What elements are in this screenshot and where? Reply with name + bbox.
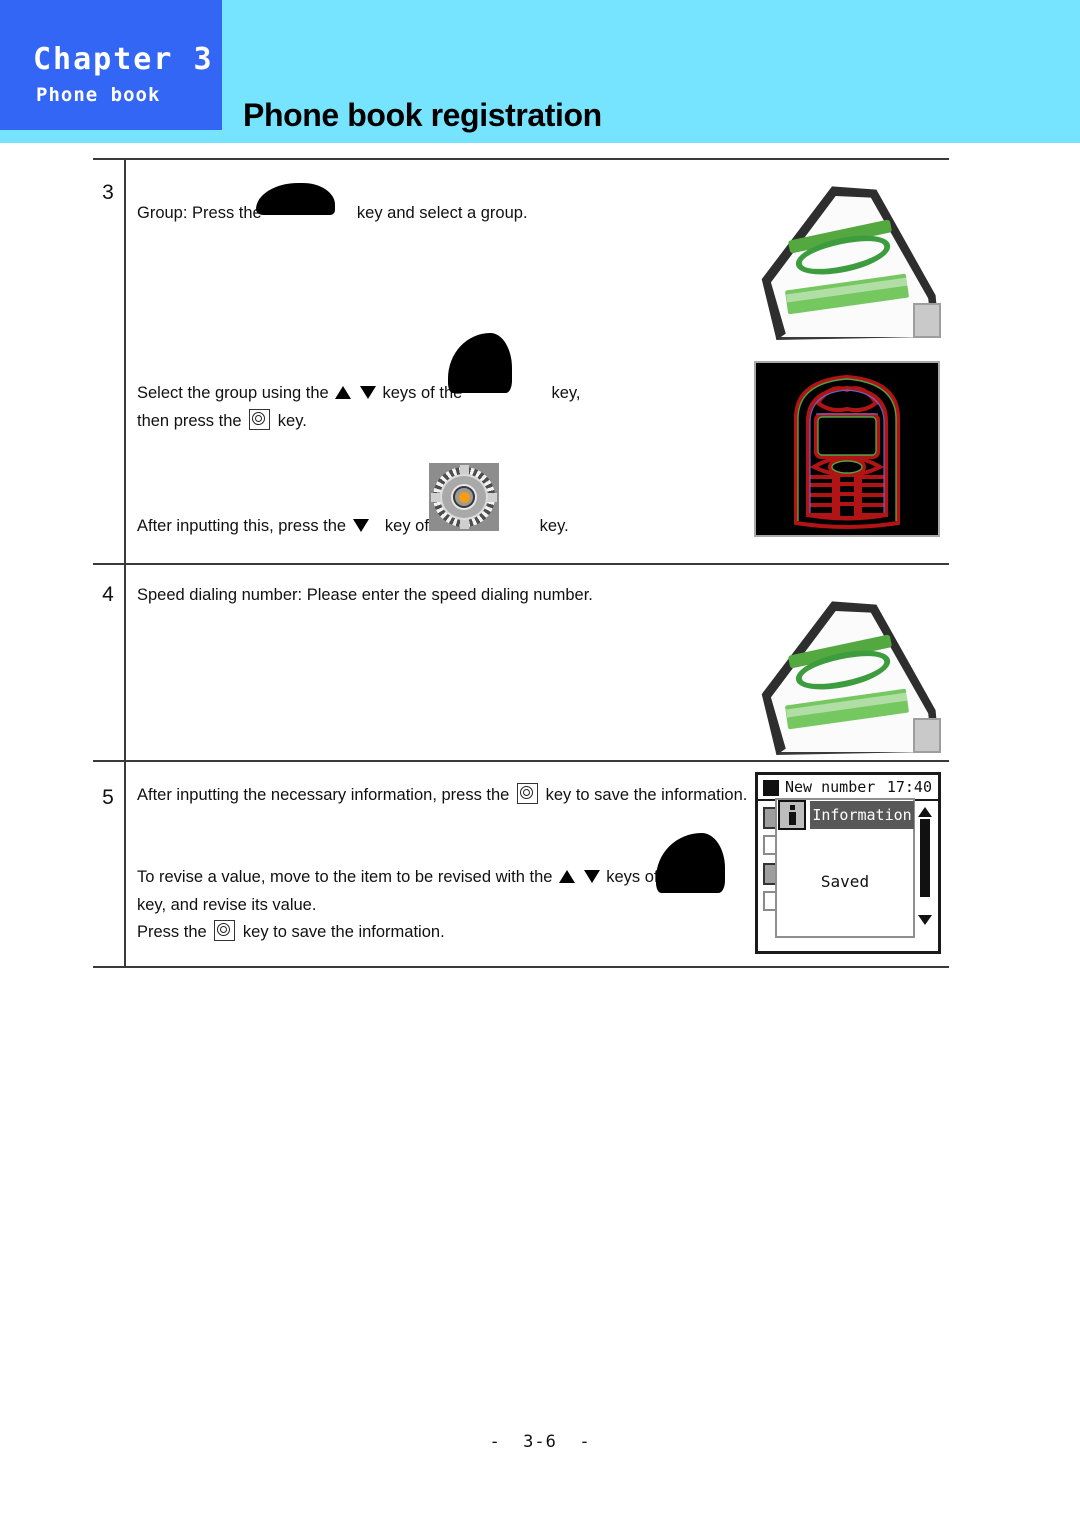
lcd-title-text: New number: [785, 778, 876, 796]
information-dialog-message: Saved: [820, 872, 870, 891]
step-5-paragraph-4: Press the key to save the information.: [137, 918, 445, 946]
step-5-paragraph-2: To revise a value, move to the item to b…: [137, 863, 686, 891]
step-3-text-after: key and select a group.: [356, 204, 528, 222]
step-3-text-before: Group: Press the: [137, 204, 262, 222]
redacted-key-photo-2: [448, 333, 512, 393]
step-5-paragraph-3: key, and revise its value.: [137, 896, 317, 914]
table-row-divider-3-4: [93, 563, 949, 565]
triangle-down-key-icon: [359, 386, 376, 399]
information-dialog-body: Saved: [777, 832, 913, 936]
redacted-key-photo-3: [656, 833, 725, 893]
step-5-p1-text-before: After inputting the necessary informatio…: [137, 786, 510, 804]
chapter-label: Chapter 3: [33, 42, 214, 77]
send-key-photo: [758, 595, 943, 755]
page-header: Chapter 3 Phone book Phone book registra…: [0, 0, 1080, 143]
triangle-down-key-icon-2: [352, 519, 369, 532]
scrollbar-thumb[interactable]: [920, 819, 930, 897]
table-column-divider: [124, 158, 126, 968]
page-number: - 3-6 -: [489, 1432, 591, 1452]
send-key-corner-highlight: [913, 303, 942, 339]
navigation-dpad-key-icon: [429, 463, 499, 531]
scroll-up-arrow-icon[interactable]: [918, 807, 932, 817]
step-5-p4-text-after: key to save the information.: [242, 923, 445, 941]
dpad-center-button: [453, 486, 475, 508]
step-3-p4-text-before: After inputting this, press the: [137, 517, 347, 535]
step-5-paragraph-1: After inputting the necessary informatio…: [137, 781, 747, 809]
step-5-p1-text-after: key to save the information.: [545, 786, 748, 804]
table-bottom-border: [93, 966, 949, 968]
information-dialog-header: Information: [776, 799, 916, 831]
ok-confirm-key-icon-2: [516, 783, 538, 804]
step-number: 3: [102, 181, 114, 204]
send-key-photo: [758, 180, 943, 340]
info-icon: [778, 800, 806, 830]
lcd-scrollbar[interactable]: [918, 807, 932, 925]
step-3-paragraph-3: then press the key.: [137, 407, 307, 435]
step-3-p3-text-after: key.: [277, 412, 307, 430]
page-title: Phone book registration: [243, 97, 602, 133]
step-number: 5: [102, 786, 114, 809]
chapter-badge: Chapter 3 Phone book: [0, 0, 222, 130]
triangle-down-key-icon-3: [583, 870, 600, 883]
phone-edge-svg: [756, 363, 938, 535]
step-5-p4-text-before: Press the: [137, 923, 207, 941]
triangle-up-key-icon-3: [559, 870, 576, 883]
step-3-paragraph-4: After inputting this, press the key of t…: [137, 512, 569, 540]
step-3-p4-text-after: key.: [539, 517, 569, 535]
ok-confirm-key-icon: [249, 409, 271, 430]
triangle-up-key-icon: [335, 386, 352, 399]
step-3-p2-text-after: key,: [551, 384, 581, 402]
step-5-p2-text-before: To revise a value, move to the item to b…: [137, 868, 553, 886]
battery-icon: [763, 780, 779, 796]
chapter-subtitle: Phone book: [36, 84, 161, 106]
step-number: 4: [102, 583, 114, 606]
step-3-paragraph-2: Select the group using the keys of the k…: [137, 379, 581, 407]
steps-table: 3 Group: Press the key and select a grou…: [93, 158, 949, 968]
scroll-down-arrow-icon[interactable]: [918, 915, 932, 925]
table-top-border: [93, 158, 949, 160]
info-icon-stem: [788, 812, 796, 825]
ok-confirm-key-icon-3: [214, 920, 236, 941]
lcd-saved-screenshot: New number 17:40 Information Saved: [755, 772, 941, 954]
table-row-divider-4-5: [93, 760, 949, 762]
step-3-p3-text-before: then press the: [137, 412, 242, 430]
step-4-paragraph-1: Speed dialing number: Please enter the s…: [137, 586, 593, 604]
info-icon-dot: [789, 805, 795, 810]
information-dialog-title: Information: [810, 801, 914, 829]
dpad-center-dot: [458, 491, 470, 503]
send-key-corner-highlight: [913, 718, 942, 754]
step-3-p2-text-before: Select the group using the: [137, 384, 329, 402]
redacted-key-photo: [256, 183, 335, 215]
information-dialog: Information Saved: [775, 798, 915, 938]
phone-edge-photo: [756, 363, 938, 535]
lcd-clock: 17:40: [886, 778, 932, 796]
